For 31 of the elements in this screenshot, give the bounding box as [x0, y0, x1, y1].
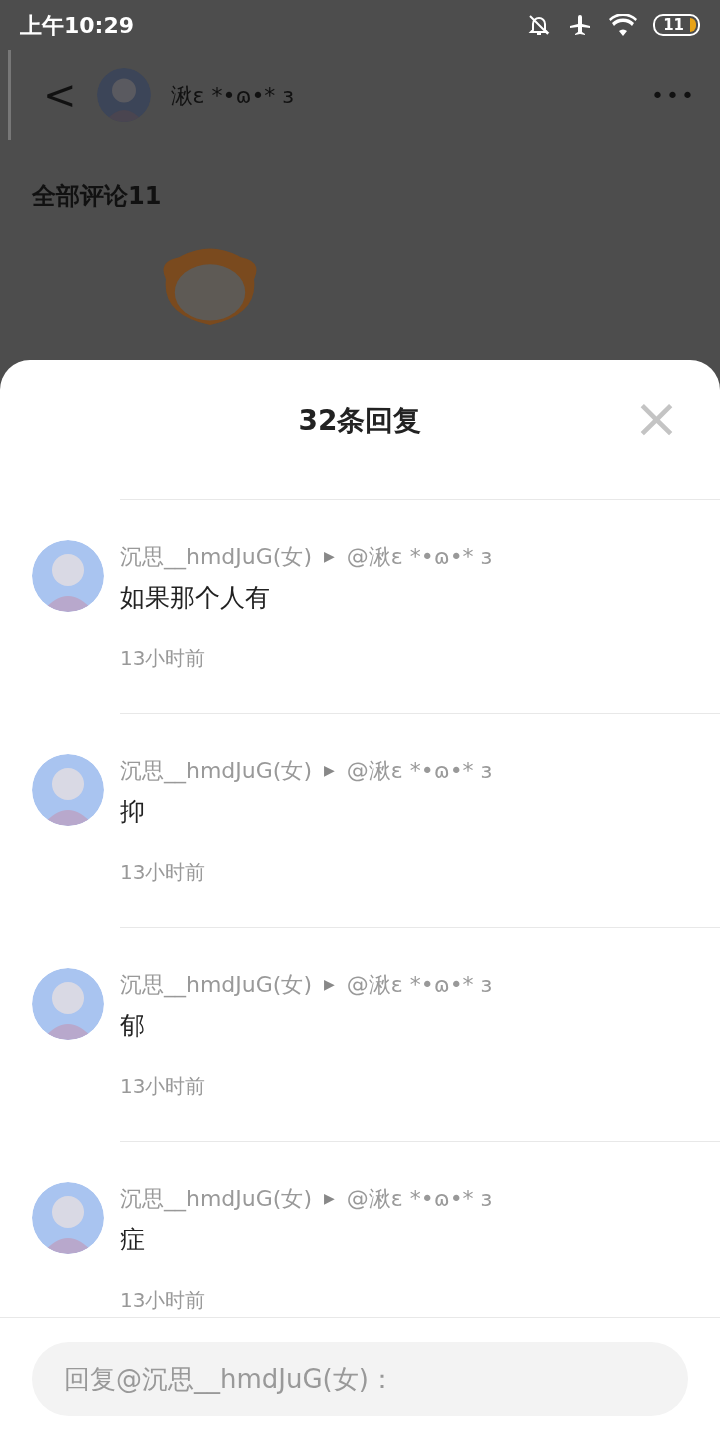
reply-text: 抑 — [120, 796, 146, 828]
reply-time: 13小时前 — [120, 858, 207, 886]
reply-target[interactable]: @湫ɛ *•ɷ•* ɜ — [346, 754, 493, 787]
sheet-title: 32条回复 — [298, 403, 422, 439]
reply-arrow: ▶ — [324, 547, 335, 566]
reply-input[interactable]: 回复@沉思__hmdJuG(女)： — [32, 1342, 688, 1416]
reply-time: 13小时前 — [120, 644, 207, 672]
reply-text: 症 — [120, 1224, 146, 1256]
comments-title: 全部评论11 — [32, 181, 163, 212]
reply-text: 如果那个人有 — [120, 582, 271, 614]
battery-indicator: 11 — [653, 14, 700, 36]
bell-muted-icon — [527, 13, 552, 37]
reply-time: 13小时前 — [120, 1286, 207, 1314]
back-button[interactable]: < — [43, 75, 77, 115]
author-name[interactable]: 沉思__hmdJuG(女) — [120, 754, 312, 787]
reply-arrow: ▶ — [324, 761, 335, 780]
author-name[interactable]: 沉思__hmdJuG(女) — [120, 540, 312, 573]
reply-text: 郁 — [120, 1010, 146, 1042]
reply-target[interactable]: @湫ɛ *•ɷ•* ɜ — [346, 968, 493, 1001]
close-button[interactable]: × — [633, 390, 680, 446]
reply-target[interactable]: @湫ɛ *•ɷ•* ɜ — [346, 1182, 493, 1215]
user-name: 湫ɛ *•ɷ•* ɜ — [170, 81, 296, 110]
author-name[interactable]: 沉思__hmdJuG(女) — [120, 968, 312, 1001]
author-name[interactable]: 沉思__hmdJuG(女) — [120, 1182, 312, 1215]
reply-arrow: ▶ — [324, 1189, 335, 1208]
more-button[interactable]: ••• — [651, 78, 696, 112]
reply-target[interactable]: @湫ɛ *•ɷ•* ɜ — [346, 540, 493, 573]
wifi-icon — [609, 14, 638, 36]
reply-arrow: ▶ — [324, 975, 335, 994]
reply-time: 13小时前 — [120, 1072, 207, 1100]
status-time: 上午10:29 — [20, 11, 135, 40]
